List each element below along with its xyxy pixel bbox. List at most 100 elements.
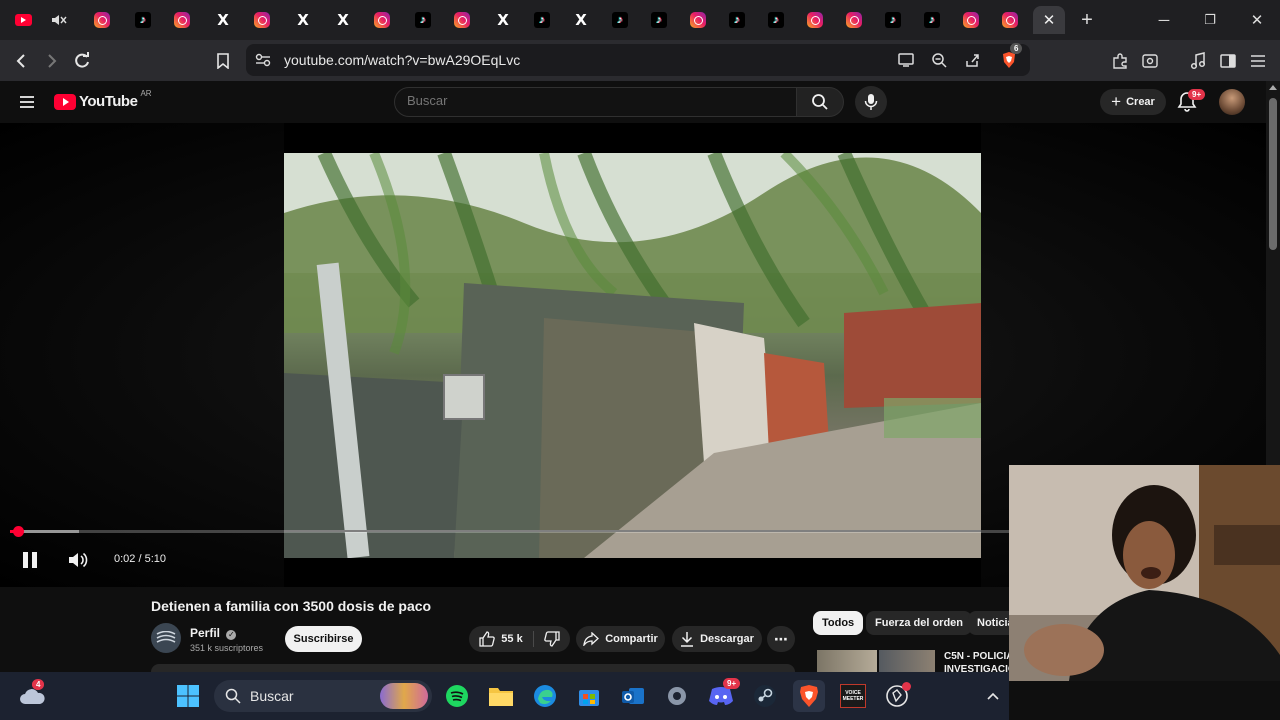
recommendation-thumbnail-2[interactable]: [879, 650, 935, 672]
weather-widget[interactable]: 4: [16, 679, 48, 712]
brave-app[interactable]: [793, 680, 825, 712]
restore-button[interactable]: ❐: [1187, 0, 1233, 40]
like-button[interactable]: 55 k: [479, 631, 534, 647]
search-button[interactable]: [796, 87, 844, 117]
create-button[interactable]: + Crear: [1100, 89, 1166, 115]
volume-button[interactable]: [67, 550, 89, 572]
url-text[interactable]: youtube.com/watch?v=bwA29OEqLvc: [284, 52, 520, 68]
taskbar-search[interactable]: Buscar: [214, 680, 432, 712]
browser-tab[interactable]: X: [207, 6, 239, 34]
spotify-app[interactable]: [441, 680, 473, 712]
notifications-button[interactable]: 9+: [1177, 89, 1206, 115]
start-button[interactable]: [172, 680, 204, 712]
scroll-up-arrow-icon[interactable]: [1269, 85, 1277, 90]
browser-tab[interactable]: [43, 6, 75, 34]
chip-law-enforcement[interactable]: Fuerza del orden: [866, 611, 973, 635]
video-title: Detienen a familia con 3500 dosis de pac…: [151, 598, 432, 614]
discord-badge: 9+: [723, 678, 741, 689]
voicemeeter-label: VOICE MEETER: [842, 690, 864, 702]
browser-tab[interactable]: ♪: [760, 6, 792, 34]
browser-tab[interactable]: ♪: [526, 6, 558, 34]
search-box[interactable]: [394, 87, 797, 117]
voicemeeter-app[interactable]: VOICE MEETER: [837, 680, 869, 712]
browser-tab[interactable]: [838, 6, 870, 34]
menu-icon[interactable]: [1245, 48, 1271, 74]
account-avatar[interactable]: [1219, 89, 1245, 115]
channel-name-text[interactable]: Perfil: [190, 626, 220, 640]
file-explorer-app[interactable]: [485, 680, 517, 712]
more-actions-button[interactable]: ⋯: [767, 626, 795, 652]
show-hidden-icons-button[interactable]: [977, 680, 1009, 712]
youtube-logo[interactable]: YouTube AR: [54, 89, 152, 110]
obs-app[interactable]: [881, 680, 913, 712]
close-window-button[interactable]: ✕: [1234, 0, 1280, 40]
browser-tab[interactable]: X: [287, 6, 319, 34]
cast-icon[interactable]: [893, 47, 919, 73]
microsoft-store-app[interactable]: [573, 680, 605, 712]
recommendation-thumbnail-1[interactable]: [817, 650, 877, 672]
browser-tab[interactable]: [955, 6, 987, 34]
media-icon[interactable]: [1185, 48, 1211, 74]
sidebar-toggle-icon[interactable]: [1215, 48, 1241, 74]
dislike-button[interactable]: [540, 631, 560, 647]
channel-avatar[interactable]: [151, 623, 181, 653]
discord-app[interactable]: 9+: [705, 678, 741, 712]
minimize-button[interactable]: ─: [1141, 0, 1187, 40]
outlook-app[interactable]: [617, 680, 649, 712]
reload-icon[interactable]: [69, 48, 95, 74]
extensions-icon[interactable]: [1107, 48, 1133, 74]
browser-tab[interactable]: X: [327, 6, 359, 34]
browser-tab[interactable]: [7, 6, 39, 34]
browser-tab[interactable]: [994, 6, 1026, 34]
pause-button[interactable]: [20, 549, 40, 571]
video-area[interactable]: [284, 123, 981, 587]
zoom-icon[interactable]: [926, 47, 952, 73]
browser-tab[interactable]: X: [487, 6, 519, 34]
steam-app[interactable]: [749, 680, 781, 712]
outlook-icon: [622, 688, 644, 704]
scrollbar-thumb[interactable]: [1269, 98, 1277, 250]
browser-toolbar: youtube.com/watch?v=bwA29OEqLvc 6: [0, 40, 1280, 81]
settings-app[interactable]: [661, 680, 693, 712]
voice-search-button[interactable]: [855, 86, 887, 118]
description-box[interactable]: [151, 664, 795, 672]
browser-tab[interactable]: [682, 6, 714, 34]
browser-tab[interactable]: ♪: [643, 6, 675, 34]
tiktok-icon: ♪: [885, 12, 901, 28]
browser-tab[interactable]: ♪: [127, 6, 159, 34]
brave-shields-icon[interactable]: 6: [996, 43, 1023, 73]
close-active-tab-button[interactable]: ✕: [1033, 6, 1065, 34]
browser-tab[interactable]: [799, 6, 831, 34]
browser-tab[interactable]: ♪: [407, 6, 439, 34]
search-input[interactable]: [407, 93, 777, 108]
browser-tab[interactable]: [86, 6, 118, 34]
browser-tab[interactable]: [366, 6, 398, 34]
tiktok-icon: ♪: [651, 12, 667, 28]
browser-tab[interactable]: [446, 6, 478, 34]
subscribe-button[interactable]: Suscribirse: [285, 626, 362, 652]
browser-tab[interactable]: ♪: [916, 6, 948, 34]
browser-tab[interactable]: X: [565, 6, 597, 34]
browser-tab[interactable]: ♪: [721, 6, 753, 34]
share-button[interactable]: Compartir: [576, 626, 665, 652]
address-bar[interactable]: youtube.com/watch?v=bwA29OEqLvc 6: [246, 43, 1030, 76]
browser-tab[interactable]: ♪: [604, 6, 636, 34]
new-tab-button[interactable]: +: [1064, 0, 1110, 40]
progress-scrubber-handle[interactable]: [13, 526, 25, 537]
chip-all[interactable]: Todos: [813, 611, 864, 635]
bookmark-icon[interactable]: [210, 48, 236, 74]
hamburger-menu-icon[interactable]: [16, 91, 38, 113]
edge-app[interactable]: [529, 680, 561, 712]
wallet-icon[interactable]: [1137, 48, 1163, 74]
back-icon[interactable]: [9, 48, 35, 74]
browser-tab[interactable]: [246, 6, 278, 34]
shields-count-badge: 6: [1010, 43, 1023, 54]
browser-tab[interactable]: [166, 6, 198, 34]
forward-icon[interactable]: [38, 48, 64, 74]
channel-name[interactable]: Perfil ✓: [190, 626, 237, 640]
brave-lion-icon: [800, 685, 818, 707]
site-info-icon[interactable]: [250, 47, 276, 73]
browser-tab[interactable]: ♪: [877, 6, 909, 34]
share-icon[interactable]: [959, 47, 985, 73]
download-button[interactable]: Descargar: [672, 626, 762, 652]
